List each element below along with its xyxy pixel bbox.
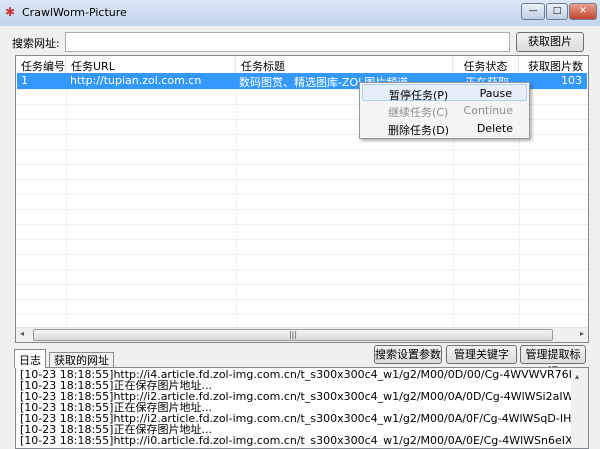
vertical-scrollbar[interactable]: ▴ [571, 368, 588, 448]
menu-item-continue[interactable]: 继续任务(C) Continue [362, 102, 527, 119]
grid-line [16, 149, 588, 150]
grid-line [16, 284, 588, 285]
column-header-url[interactable]: 任务URL [66, 56, 236, 73]
scroll-up-icon[interactable]: ▴ [575, 372, 579, 381]
search-url-label: 搜索网址: [12, 37, 60, 50]
grid-line [16, 254, 588, 255]
menu-item-shortcut: Pause [479, 87, 512, 100]
cell-id: 1 [21, 74, 28, 87]
grid-line [16, 179, 588, 180]
log-textbox[interactable]: [10-23 18:18:55]http://i4.article.fd.zol… [15, 367, 589, 449]
grid-line [16, 314, 588, 315]
horizontal-scrollbar[interactable]: ◂ ||| ▸ [16, 327, 588, 342]
manage-extract-marks-button[interactable]: 管理提取标记 [520, 345, 586, 378]
log-line: [10-23 18:18:55]http://i0.article.fd.zol… [20, 434, 571, 446]
grid-line [16, 194, 588, 195]
tab-log[interactable]: 日志 [14, 349, 46, 368]
app-bug-icon: ✱ [5, 5, 16, 19]
close-button[interactable]: ✕ [569, 3, 597, 20]
scrollbar-thumb[interactable]: ||| [33, 329, 553, 341]
grid-line [66, 73, 67, 327]
maximize-button[interactable]: □ [546, 3, 568, 20]
grid-line [16, 209, 588, 210]
tab-fetched-urls[interactable]: 获取的网址 [49, 352, 114, 367]
grid-line [16, 269, 588, 270]
minimize-button[interactable]: — [521, 3, 545, 20]
grid-line [16, 224, 588, 225]
context-menu: 暂停任务(P) Pause 继续任务(C) Continue 删除任务(D) D… [359, 82, 530, 139]
grid-line [16, 299, 588, 300]
grid-line [16, 164, 588, 165]
grid-line [16, 239, 588, 240]
window-title: CrawlWorm-Picture [22, 6, 127, 19]
menu-item-shortcut: Continue [463, 104, 513, 117]
menu-item-label: 暂停任务(P) [389, 89, 449, 102]
menu-item-delete[interactable]: 删除任务(D) Delete [362, 120, 527, 137]
search-url-input[interactable] [65, 32, 510, 52]
column-header-count[interactable]: 获取图片数 [519, 56, 588, 73]
grid-line [236, 73, 237, 327]
column-header-title[interactable]: 任务标题 [236, 56, 453, 73]
menu-item-label: 删除任务(D) [388, 124, 450, 137]
column-header-status[interactable]: 任务状态 [453, 56, 519, 73]
fetch-images-button[interactable]: 获取图片 [516, 32, 584, 52]
cell-url: http://tupian.zol.com.cn [70, 74, 202, 87]
scroll-right-icon[interactable]: ▸ [580, 329, 584, 338]
scroll-left-icon[interactable]: ◂ [20, 329, 24, 338]
title-bar: ✱ CrawlWorm-Picture — □ ✕ [0, 0, 600, 26]
manage-keywords-button[interactable]: 管理关键字 [446, 345, 517, 364]
menu-item-label: 继续任务(C) [388, 106, 449, 119]
column-header-id[interactable]: 任务编号 [16, 56, 66, 73]
menu-item-pause[interactable]: 暂停任务(P) Pause [362, 84, 527, 102]
search-settings-button[interactable]: 搜索设置参数 [374, 345, 442, 364]
menu-item-shortcut: Delete [476, 122, 513, 135]
